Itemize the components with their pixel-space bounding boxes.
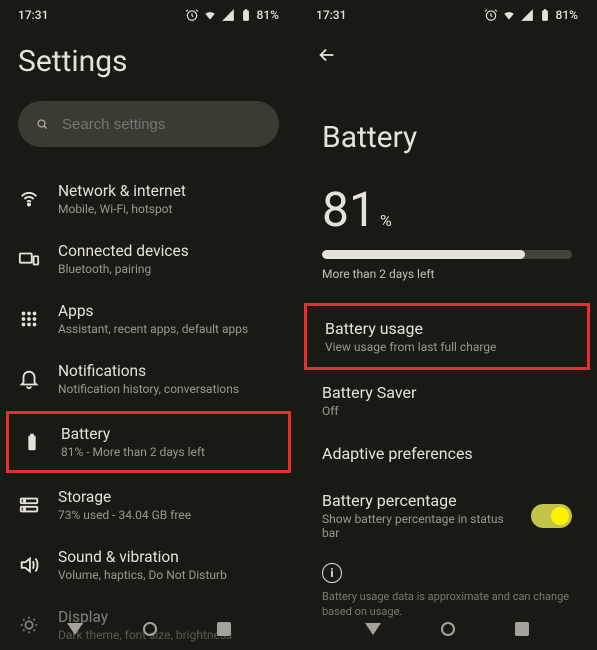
option-battery-usage[interactable]: Battery usage View usage from last full c…	[304, 303, 590, 370]
battery-bar: More than 2 days left	[298, 250, 596, 281]
setting-item-storage[interactable]: Storage 73% used - 34.04 GB free	[0, 475, 297, 535]
option-subtitle: View usage from last full charge	[325, 340, 496, 354]
bell-icon	[18, 368, 40, 390]
setting-title: Battery	[61, 425, 276, 443]
apps-icon	[18, 308, 40, 330]
option-battery-percentage[interactable]: Battery percentage Show battery percentag…	[298, 478, 596, 553]
settings-list: Network & internet Mobile, Wi-Fi, hotspot…	[0, 169, 297, 650]
battery-status-icon	[239, 8, 253, 22]
battery-title: Battery	[298, 80, 596, 181]
info-icon[interactable]: i	[322, 563, 342, 583]
setting-title: Storage	[58, 488, 279, 506]
status-battery-pct: 81%	[556, 8, 578, 22]
battery-options-list: Battery usage View usage from last full c…	[298, 303, 596, 553]
settings-screen: 17:31 81% Settings Network & internet Mob…	[0, 0, 298, 650]
setting-title: Notifications	[58, 362, 279, 380]
setting-subtitle: Mobile, Wi-Fi, hotspot	[58, 202, 279, 216]
setting-subtitle: 73% used - 34.04 GB free	[58, 508, 279, 522]
status-battery-pct: 81%	[257, 8, 279, 22]
setting-subtitle: 81% - More than 2 days left	[61, 445, 276, 459]
nav-back-icon[interactable]	[365, 623, 381, 635]
devices-icon	[18, 248, 40, 270]
setting-item-connected-devices[interactable]: Connected devices Bluetooth, pairing	[0, 229, 297, 289]
wifi-icon	[18, 188, 40, 210]
status-time: 17:31	[18, 8, 48, 22]
setting-item-notifications[interactable]: Notifications Notification history, conve…	[0, 349, 297, 409]
setting-item-battery[interactable]: Battery 81% - More than 2 days left	[6, 411, 291, 473]
status-icons: 81%	[484, 8, 578, 22]
nav-recents-icon[interactable]	[515, 622, 529, 636]
option-subtitle: Show battery percentage in status bar	[322, 512, 517, 540]
status-bar: 17:31 81%	[0, 0, 297, 26]
back-arrow-icon[interactable]	[316, 44, 338, 66]
nav-home-icon[interactable]	[441, 622, 455, 636]
alarm-icon	[484, 8, 498, 22]
toggle-switch[interactable]	[531, 504, 572, 528]
nav-bar	[0, 614, 297, 644]
battery-bar-label: More than 2 days left	[322, 267, 572, 281]
battery-status-icon	[538, 8, 552, 22]
setting-subtitle: Volume, haptics, Do Not Disturb	[58, 568, 279, 582]
battery-pct-symbol: %	[380, 211, 392, 230]
setting-title: Network & internet	[58, 182, 279, 200]
setting-title: Connected devices	[58, 242, 279, 260]
battery-pct-number: 81	[322, 181, 376, 238]
alarm-icon	[185, 8, 199, 22]
setting-title: Sound & vibration	[58, 548, 279, 566]
setting-item-sound-vibration[interactable]: Sound & vibration Volume, haptics, Do Not…	[0, 535, 297, 595]
wifi-icon	[502, 8, 516, 22]
option-battery-saver[interactable]: Battery Saver Off	[298, 370, 596, 431]
search-input[interactable]	[62, 116, 261, 133]
sound-icon	[18, 554, 40, 576]
option-subtitle: Off	[322, 404, 416, 418]
signal-icon	[221, 8, 235, 22]
status-time: 17:31	[316, 8, 346, 22]
option-title: Battery usage	[325, 319, 496, 338]
status-bar: 17:31 81%	[298, 0, 596, 26]
nav-home-icon[interactable]	[143, 622, 157, 636]
nav-bar	[298, 614, 596, 644]
nav-recents-icon[interactable]	[217, 622, 231, 636]
option-title: Battery percentage	[322, 491, 517, 510]
battery-screen: 17:31 81% Battery 81 % More than 2 days …	[298, 0, 596, 650]
nav-back-icon[interactable]	[67, 623, 83, 635]
status-icons: 81%	[185, 8, 279, 22]
search-icon	[36, 115, 48, 133]
setting-item-apps[interactable]: Apps Assistant, recent apps, default apps	[0, 289, 297, 349]
battery-icon	[21, 431, 43, 453]
wifi-icon	[203, 8, 217, 22]
storage-icon	[18, 494, 40, 516]
option-title: Battery Saver	[322, 383, 416, 402]
signal-icon	[520, 8, 534, 22]
setting-subtitle: Bluetooth, pairing	[58, 262, 279, 276]
setting-item-network-internet[interactable]: Network & internet Mobile, Wi-Fi, hotspot	[0, 169, 297, 229]
battery-percent-large: 81 %	[298, 181, 596, 250]
page-title: Settings	[0, 26, 297, 101]
option-title: Adaptive preferences	[322, 444, 473, 463]
setting-subtitle: Notification history, conversations	[58, 382, 279, 396]
setting-title: Apps	[58, 302, 279, 320]
search-settings[interactable]	[18, 101, 279, 147]
option-adaptive-preferences[interactable]: Adaptive preferences	[298, 431, 596, 478]
setting-subtitle: Assistant, recent apps, default apps	[58, 322, 279, 336]
